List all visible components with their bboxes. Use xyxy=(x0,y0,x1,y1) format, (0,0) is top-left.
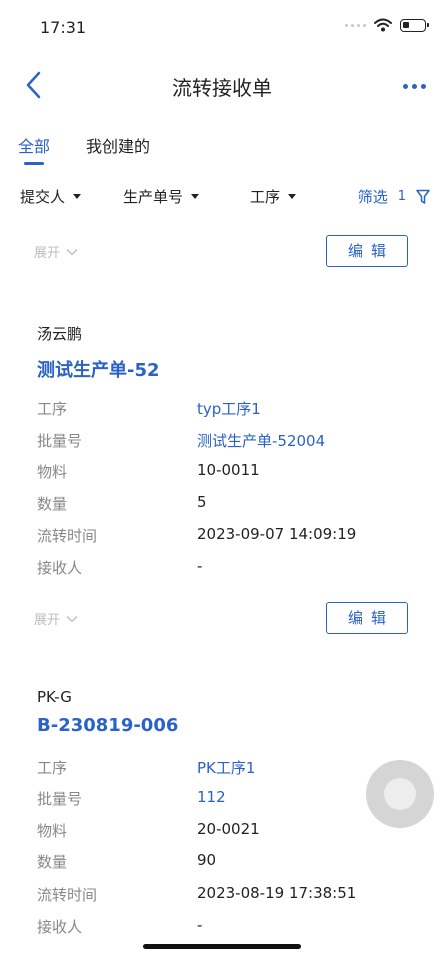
record-process-row: 工序 typ工序1 xyxy=(37,398,417,422)
status-icons xyxy=(345,18,429,32)
record-time-row: 流转时间 2023-08-19 17:38:51 xyxy=(37,884,417,908)
record-receiver-value: - xyxy=(197,557,203,575)
record-order-link[interactable]: 测试生产单-52 xyxy=(37,356,160,382)
filter-process-label: 工序 xyxy=(250,188,281,206)
edit-button[interactable]: 编辑 xyxy=(326,235,408,267)
expand-toggle[interactable]: 展开 xyxy=(34,242,78,261)
filter-production-order-label: 生产单号 xyxy=(123,188,184,206)
battery-icon xyxy=(400,18,429,32)
field-label: 批量号 xyxy=(37,432,83,450)
field-label: 接收人 xyxy=(37,559,83,577)
record-receiver-row: 接收人 - xyxy=(37,557,417,581)
field-label: 数量 xyxy=(37,495,68,513)
field-label: 批量号 xyxy=(37,790,83,808)
record-material-row: 物料 10-0011 xyxy=(37,461,417,485)
record-process-link[interactable]: PK工序1 xyxy=(197,757,255,778)
record-material-row: 物料 20-0021 xyxy=(37,820,417,844)
field-label: 数量 xyxy=(37,853,68,871)
record-receiver-row: 接收人 - xyxy=(37,916,417,940)
signal-icon xyxy=(345,23,366,27)
floating-button-dot-icon xyxy=(384,778,416,810)
screen-filter-button[interactable]: 筛选 1 xyxy=(358,186,430,207)
record-time-value: 2023-08-19 17:38:51 xyxy=(197,884,357,902)
tab-all[interactable]: 全部 xyxy=(18,133,50,157)
record-quantity-value: 90 xyxy=(197,851,217,869)
edit-button[interactable]: 编辑 xyxy=(326,602,408,634)
filter-funnel-icon xyxy=(416,189,430,204)
expand-label: 展开 xyxy=(34,246,61,261)
wifi-icon xyxy=(374,18,392,32)
screen-filter-label: 筛选 xyxy=(357,188,388,206)
field-label: 工序 xyxy=(37,759,68,777)
record-time-value: 2023-09-07 14:09:19 xyxy=(197,525,357,543)
screen-filter-count: 1 xyxy=(397,189,406,204)
more-button[interactable] xyxy=(398,74,430,98)
record-process-link[interactable]: typ工序1 xyxy=(197,398,261,419)
record-quantity-row: 数量 5 xyxy=(37,493,417,517)
record-time-row: 流转时间 2023-09-07 14:09:19 xyxy=(37,525,417,549)
record-batch-row: 批量号 测试生产单-52004 xyxy=(37,430,417,454)
field-label: 接收人 xyxy=(37,918,83,936)
more-icon xyxy=(402,83,408,89)
filter-process[interactable]: 工序 xyxy=(250,186,297,207)
page-title: 流转接收单 xyxy=(172,76,272,100)
record-quantity-value: 5 xyxy=(197,493,207,511)
record-batch-link[interactable]: 112 xyxy=(197,788,226,806)
record-submitter: PK-G xyxy=(37,688,72,706)
field-label: 工序 xyxy=(37,400,68,418)
record-process-row: 工序 PK工序1 xyxy=(37,757,417,781)
filter-submitter-label: 提交人 xyxy=(20,188,66,206)
record-quantity-row: 数量 90 xyxy=(37,851,417,875)
record-material-value: 20-0021 xyxy=(197,820,260,838)
expand-label: 展开 xyxy=(34,613,61,628)
tab-active-indicator xyxy=(24,162,44,165)
record-submitter: 汤云鹏 xyxy=(37,325,83,343)
caret-down-icon xyxy=(73,194,82,199)
status-time: 17:31 xyxy=(40,18,87,37)
caret-down-icon xyxy=(288,194,297,199)
filter-submitter[interactable]: 提交人 xyxy=(20,186,82,207)
record-order-link[interactable]: B-230819-006 xyxy=(37,715,178,736)
chevron-down-icon xyxy=(66,248,78,255)
home-indicator[interactable] xyxy=(143,944,301,949)
field-label: 物料 xyxy=(37,463,68,481)
record-receiver-value: - xyxy=(197,916,203,934)
field-label: 流转时间 xyxy=(37,886,98,904)
field-label: 流转时间 xyxy=(37,527,98,545)
expand-toggle[interactable]: 展开 xyxy=(34,609,78,628)
field-label: 物料 xyxy=(37,822,68,840)
tab-created-by-me[interactable]: 我创建的 xyxy=(86,133,150,157)
caret-down-icon xyxy=(191,194,200,199)
record-batch-link[interactable]: 测试生产单-52004 xyxy=(197,430,325,451)
chevron-down-icon xyxy=(66,615,78,622)
record-material-value: 10-0011 xyxy=(197,461,260,479)
record-batch-row: 批量号 112 xyxy=(37,788,417,812)
filter-production-order[interactable]: 生产单号 xyxy=(123,186,200,207)
